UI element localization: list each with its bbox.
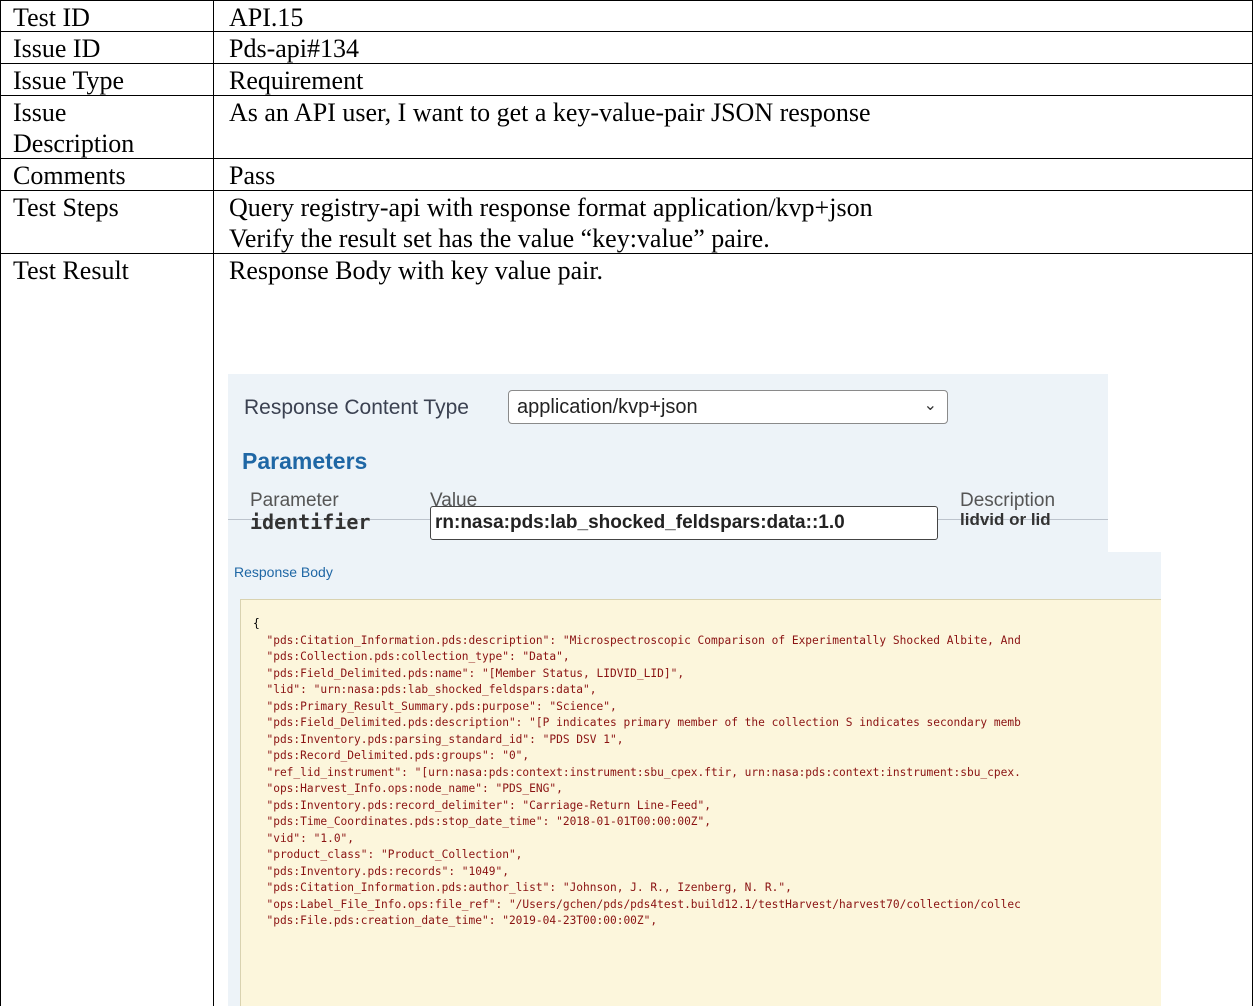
json-line: "pds:Primary_Result_Summary.pds:purpose"…: [253, 699, 617, 713]
label-test-result: Test Result: [1, 254, 214, 1006]
parameters-heading: Parameters: [242, 448, 368, 474]
json-line: "pds:Inventory.pds:record_delimiter": "C…: [253, 798, 712, 812]
value-test-steps: Query registry-api with response format …: [215, 191, 1252, 253]
json-line: "pds:Citation_Information.pds:author_lis…: [253, 881, 792, 894]
column-description: Description: [960, 490, 1056, 511]
json-line: "ops:Harvest_Info.ops:node_name": "PDS_E…: [253, 782, 563, 795]
json-line: "pds:Inventory.pds:records": "1049",: [253, 864, 509, 878]
json-line: {: [253, 617, 260, 630]
test-step-1: Query registry-api with response format …: [229, 193, 873, 222]
value-issue-description: As an API user, I want to get a key-valu…: [229, 98, 871, 127]
json-line: "pds:Field_Delimited.pds:description": "…: [253, 716, 1021, 729]
json-line: "pds:Record_Delimited.pds:groups": "0",: [253, 749, 530, 762]
parameter-name: identifier: [250, 510, 371, 534]
label-test-steps: Test Steps: [1, 191, 214, 253]
json-line: "pds:Citation_Information.pds:descriptio…: [253, 633, 1021, 647]
column-parameter: Parameter: [250, 490, 339, 511]
label-test-id: Test ID: [1, 1, 214, 32]
row-issue-type: Issue Type Requirement: [1, 64, 1252, 96]
json-line: "vid": "1.0",: [253, 831, 355, 845]
value-test-id: API.15: [229, 3, 304, 32]
label-issue-description-line-2: Description: [13, 129, 135, 158]
row-comments: Comments Pass: [1, 159, 1252, 191]
value-issue-id: Pds-api#134: [229, 34, 359, 63]
response-body-code[interactable]: { "pds:Citation_Information.pds:descript…: [240, 599, 1161, 1006]
json-line: "ops:Label_File_Info.ops:file_ref": "/Us…: [253, 897, 1021, 911]
value-comments: Pass: [229, 161, 276, 190]
swagger-response-screenshot: Response Body { "pds:Citation_Informatio…: [228, 552, 1161, 1006]
json-line: "pds:Inventory.pds:parsing_standard_id":…: [253, 732, 624, 746]
response-content-type-value: application/kvp+json: [517, 396, 698, 418]
row-test-steps: Test Steps Query registry-api with respo…: [1, 191, 1252, 254]
label-issue-type: Issue Type: [1, 64, 214, 95]
parameter-description: lidvid or lid: [960, 510, 1051, 529]
label-issue-description: Issue Description: [1, 96, 214, 158]
row-issue-id: Issue ID Pds-api#134: [1, 32, 1252, 64]
json-line: "ref_lid_instrument": "[urn:nasa:pds:con…: [253, 765, 1021, 779]
json-line: "pds:File.pds:creation_date_time": "2019…: [253, 914, 658, 927]
identifier-input[interactable]: rn:nasa:pds:lab_shocked_feldspars:data::…: [430, 506, 938, 540]
row-issue-description: Issue Description As an API user, I want…: [1, 96, 1252, 159]
json-line: "pds:Collection.pds:collection_type": "D…: [253, 650, 570, 663]
json-line: "lid": "urn:nasa:pds:lab_shocked_feldspa…: [253, 683, 597, 696]
label-issue-description-line-1: Issue: [13, 98, 67, 127]
response-content-type-label: Response Content Type: [244, 396, 469, 419]
response-body-heading: Response Body: [234, 564, 333, 580]
value-issue-type: Requirement: [229, 66, 364, 95]
label-comments: Comments: [1, 159, 214, 190]
swagger-parameters-screenshot: Response Content Type application/kvp+js…: [228, 374, 1108, 552]
label-issue-id: Issue ID: [1, 32, 214, 63]
response-content-type-select[interactable]: application/kvp+json ⌄: [508, 390, 948, 424]
json-line: "pds:Field_Delimited.pds:name": "[Member…: [253, 666, 685, 680]
json-line: "pds:Time_Coordinates.pds:stop_date_time…: [253, 815, 712, 828]
test-step-2: Verify the result set has the value “key…: [229, 224, 770, 253]
chevron-down-icon: ⌄: [923, 397, 937, 414]
row-test-id: Test ID API.15: [1, 1, 1252, 32]
json-line: "product_class": "Product_Collection",: [253, 848, 523, 861]
